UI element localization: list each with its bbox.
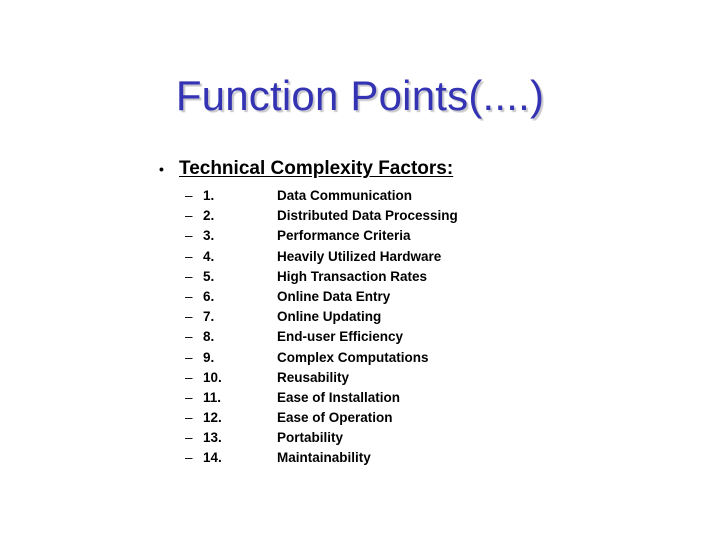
list-item: –4. Heavily Utilized Hardware <box>185 247 458 267</box>
list-item: –11. Ease of Installation <box>185 388 458 408</box>
factor-number: 11. <box>203 389 222 405</box>
dash-bullet-icon: – <box>185 268 193 284</box>
dash-bullet-icon: – <box>185 288 193 304</box>
factor-number: 14. <box>203 450 222 466</box>
factor-label: Online Data Entry <box>277 288 391 304</box>
list-item: –10. Reusability <box>185 368 458 388</box>
factor-list: –1. Data Communication –2. Distributed Data… <box>185 186 458 469</box>
factor-number: 12. <box>203 410 222 426</box>
factor-label: Ease of Operation <box>277 410 393 426</box>
list-item: –6. Online Data Entry <box>185 287 458 307</box>
list-item: –2. Distributed Data Processing <box>185 206 458 226</box>
factor-label: Performance Criteria <box>277 228 411 244</box>
section-heading: Technical Complexity Factors: <box>179 158 454 179</box>
factor-number: 10. <box>203 369 222 385</box>
factor-label: Reusability <box>277 369 350 385</box>
dash-bullet-icon: – <box>185 349 193 365</box>
heading-bullet-item: • Technical Complexity Factors: <box>159 158 453 180</box>
list-item: –1. Data Communication <box>185 186 458 206</box>
factor-number: 7. <box>203 309 215 325</box>
dash-bullet-icon: – <box>185 329 193 345</box>
factor-number: 4. <box>203 248 215 264</box>
list-item: –14. Maintainability <box>185 448 458 468</box>
slide: Function Points(....) • Technical Comple… <box>0 0 720 540</box>
dash-bullet-icon: – <box>185 309 193 325</box>
factor-label: Complex Computations <box>277 349 429 365</box>
factor-number: 9. <box>203 349 215 365</box>
factor-label: Maintainability <box>277 450 371 466</box>
slide-title: Function Points(....) <box>175 72 545 119</box>
factor-label: Distributed Data Processing <box>277 208 458 224</box>
factor-label: High Transaction Rates <box>277 268 428 284</box>
dash-bullet-icon: – <box>185 389 193 405</box>
list-item: –13. Portability <box>185 428 458 448</box>
list-item: –3. Performance Criteria <box>185 226 458 246</box>
dash-bullet-icon: – <box>185 248 193 264</box>
list-item: –8. End-user Efficiency <box>185 327 458 347</box>
list-item: –12. Ease of Operation <box>185 408 458 428</box>
dash-bullet-icon: – <box>185 188 193 203</box>
factor-label: End-user Efficiency <box>277 329 404 345</box>
dash-bullet-icon: – <box>185 450 193 466</box>
factor-label: Portability <box>277 430 344 446</box>
dash-bullet-icon: – <box>185 208 193 224</box>
factor-label: Online Updating <box>277 309 382 325</box>
dash-bullet-icon: – <box>185 410 193 426</box>
factor-number: 3. <box>203 228 215 244</box>
factor-number: 1. <box>203 188 215 203</box>
factor-number: 2. <box>203 208 215 224</box>
list-item: –9. Complex Computations <box>185 348 458 368</box>
factor-number: 5. <box>203 268 215 284</box>
factor-label: Data Communication <box>277 188 413 203</box>
list-item: –7. Online Updating <box>185 307 458 327</box>
factor-label: Heavily Utilized Hardware <box>277 248 442 264</box>
dash-bullet-icon: – <box>185 369 193 385</box>
list-item: –5. High Transaction Rates <box>185 267 458 287</box>
bullet-icon: • <box>159 161 164 177</box>
factor-number: 13. <box>203 430 222 446</box>
dash-bullet-icon: – <box>185 430 193 446</box>
dash-bullet-icon: – <box>185 228 193 244</box>
factor-label: Ease of Installation <box>277 389 401 405</box>
factor-number: 6. <box>203 288 215 304</box>
factor-number: 8. <box>203 329 215 345</box>
